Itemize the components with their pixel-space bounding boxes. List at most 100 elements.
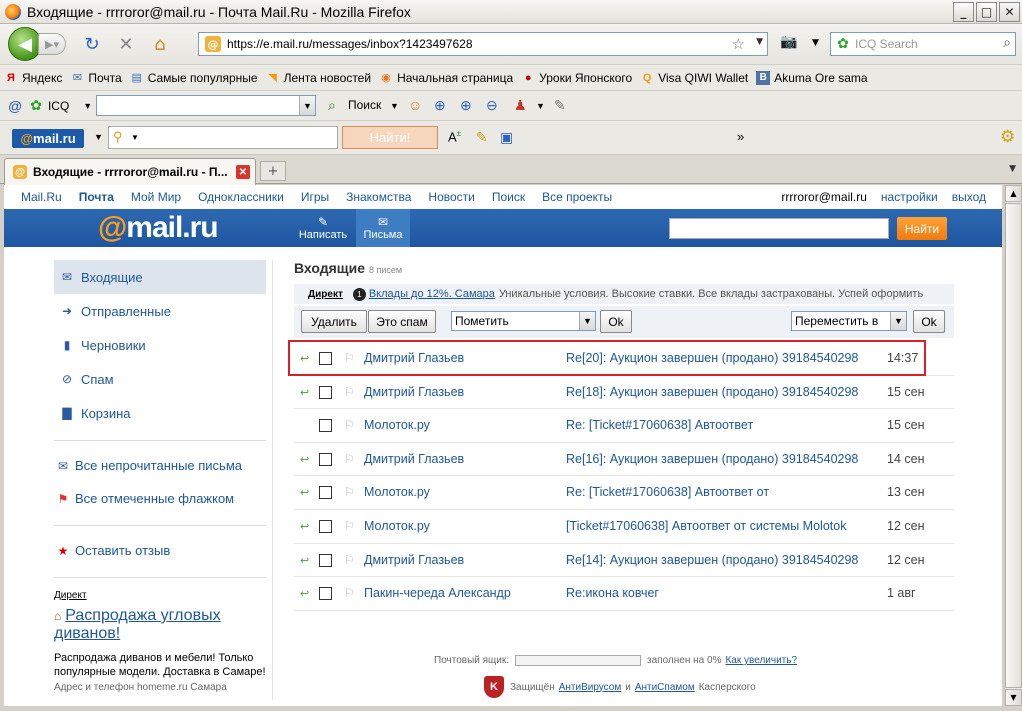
bookmark-japanese[interactable]: ● Уроки Японского [521,71,632,85]
message-sender[interactable]: Молоток.ру [364,418,430,432]
flag-icon[interactable]: ⚐ [344,586,355,600]
nav-link-dating[interactable]: Знакомства [346,190,411,204]
nav-link-my-world[interactable]: Мой Мир [131,190,181,204]
maximize-button[interactable]: □ [976,2,997,22]
message-sender[interactable]: Пакин-череда Александр [364,586,511,600]
zoom-out-icon[interactable]: ⊖ [486,97,498,114]
folder-trash[interactable]: ▇ Корзина [54,396,266,430]
mailru-find-button[interactable]: Найти! [342,126,438,149]
table-row[interactable]: ↩ ⚐ Молоток.ру Re: [Ticket#17060638] Авт… [294,476,954,510]
close-window-button[interactable]: ✕ [999,2,1020,22]
nav-link-odnoklassniki[interactable]: Одноклассники [198,190,284,204]
smiley-icon[interactable]: ☺ [408,97,422,113]
table-row[interactable]: ↩ ⚐ Дмитрий Глазьев Re[14]: Аукцион заве… [294,544,954,578]
flag-icon[interactable]: ⚐ [344,418,355,432]
feedback-link[interactable]: ★ Оставить отзыв [54,534,266,567]
message-checkbox[interactable] [319,486,332,500]
bookmark-vk[interactable]: B Akuma Ore sama [756,70,868,85]
gear-icon[interactable]: ⚙ [1000,127,1015,147]
antispam-link[interactable]: АнтиСпамом [635,682,695,693]
font-size-icon[interactable]: A± [448,129,461,144]
all-unread-link[interactable]: ✉ Все непрочитанные письма [54,449,266,482]
dropdown-icon[interactable]: ▼ [812,38,819,48]
bookmark-mail[interactable]: ✉ Почта [70,71,122,85]
flag-icon[interactable]: ⚐ [344,385,355,399]
dropdown-icon[interactable]: ▼ [536,101,545,111]
tab-list-dropdown-icon[interactable]: ▼ [1009,164,1016,174]
scroll-down-icon[interactable]: ▼ [1005,689,1022,706]
message-subject[interactable]: Re: [Ticket#17060638] Автоответ [566,418,858,432]
dropdown-icon[interactable]: ▼ [390,101,399,111]
dropdown-icon[interactable]: ▼ [94,132,103,142]
dropdown-icon[interactable]: ▼ [890,312,906,330]
table-row[interactable]: ↩ ⚐ Дмитрий Глазьев Re[16]: Аукцион заве… [294,443,954,477]
mailru-toolbar-logo[interactable]: @ mail.ru [12,129,84,148]
bookmark-popular[interactable]: ▤ Самые популярные [130,71,257,85]
message-subject[interactable]: Re[18]: Аукцион завершен (продано) 39184… [566,385,858,399]
nav-link-games[interactable]: Игры [301,190,329,204]
new-tab-button[interactable]: + [260,161,286,181]
mailru-logo[interactable]: @mail.ru [98,211,219,245]
zoom-in-icon[interactable]: ⊕ [434,97,446,114]
ad-footer[interactable]: Адрес и телефон homeme.ru Самара [54,682,266,693]
spam-button[interactable]: Это спам [368,310,436,333]
nav-link-news[interactable]: Новости [428,190,474,204]
url-bar[interactable]: @ https://e.mail.ru/messages/inbox?14234… [198,32,768,56]
scroll-thumb[interactable] [1005,203,1022,688]
settings-link[interactable]: настройки [881,190,938,204]
message-checkbox[interactable] [319,385,332,399]
message-sender[interactable]: Молоток.ру [364,485,430,499]
tab-inbox[interactable]: @ Входящие - rrrroror@mail.ru - П... ✕ [4,158,256,185]
delete-button[interactable]: Удалить [301,310,367,333]
icq-flower-icon[interactable]: ✿ [30,97,42,114]
message-sender[interactable]: Дмитрий Глазьев [364,385,464,399]
icq-dropdown-icon[interactable]: ▼ [83,101,92,111]
message-sender[interactable]: Дмитрий Глазьев [364,452,464,466]
antivirus-link[interactable]: АнтиВирусом [559,682,622,693]
stop-icon[interactable]: ✕ [114,32,138,56]
message-sender[interactable]: Дмитрий Глазьев [364,553,464,567]
direct-label[interactable]: Директ [308,289,343,300]
zoom-icon[interactable]: ⊕ [460,97,472,114]
message-subject[interactable]: Re[14]: Аукцион завершен (продано) 39184… [566,553,858,567]
mailru-search-input[interactable]: ⚲ ▼ [108,126,338,149]
folder-drafts[interactable]: ▮ Черновики [54,328,266,362]
message-subject[interactable]: [Ticket#17060638] Автоответ от системы M… [566,519,858,533]
message-checkbox[interactable] [319,452,332,466]
user-icon[interactable]: ♟ [514,97,527,114]
logout-link[interactable]: выход [952,190,986,204]
table-row[interactable]: ↩ ⚐ Молоток.ру [Ticket#17060638] Автоотв… [294,510,954,544]
folder-spam[interactable]: ⊘ Спам [54,362,266,396]
nav-link-mail[interactable]: Почта [79,190,114,204]
ad-title-link[interactable]: ⌂ Распродажа угловых диванов! [54,607,266,643]
flag-icon[interactable]: ⚐ [344,485,355,499]
message-checkbox[interactable] [319,519,332,533]
bookmark-star-icon[interactable]: ☆ [732,35,745,53]
all-flagged-link[interactable]: ⚑ Все отмеченные флажком [54,482,266,515]
mark-ok-button[interactable]: Ok [600,310,632,333]
table-row[interactable]: ↩ ⚐ Дмитрий Глазьев Re[18]: Аукцион заве… [294,376,954,410]
search-bar[interactable]: ✿ ICQ Search ⌕ [830,32,1016,56]
nav-link-search[interactable]: Поиск [492,190,525,204]
move-ok-button[interactable]: Ok [913,310,945,333]
mail-search-input[interactable] [669,218,889,239]
nav-link-all-projects[interactable]: Все проекты [542,190,612,204]
message-subject[interactable]: Re: [Ticket#17060638] Автоответ от [566,485,858,499]
increase-link[interactable]: Как увеличить? [725,655,797,666]
icq-search-combo[interactable]: ▼ [96,95,316,116]
url-dropdown-icon[interactable]: ▼ [756,37,763,47]
page-scrollbar[interactable]: ▲ ▼ [1004,185,1022,706]
eraser-icon[interactable]: ✎ [554,97,566,114]
forward-button[interactable]: ▶▾ [38,33,66,55]
camera-icon[interactable]: 📷 [780,34,797,50]
dropdown-icon[interactable]: ▼ [579,312,595,330]
highlight-icon[interactable]: ✎ [476,129,488,146]
back-button[interactable]: ◀ [8,27,42,61]
bookmark-news[interactable]: ◥ Лента новостей [266,71,371,85]
scroll-up-icon[interactable]: ▲ [1005,185,1022,202]
message-subject[interactable]: Re[16]: Аукцион завершен (продано) 39184… [566,452,858,466]
more-toolbar-chevron[interactable]: » [737,129,744,144]
compose-button[interactable]: ✎ Написать [296,209,350,247]
reload-icon[interactable]: ↻ [80,32,104,56]
nav-link-mailru[interactable]: Mail.Ru [21,190,62,204]
